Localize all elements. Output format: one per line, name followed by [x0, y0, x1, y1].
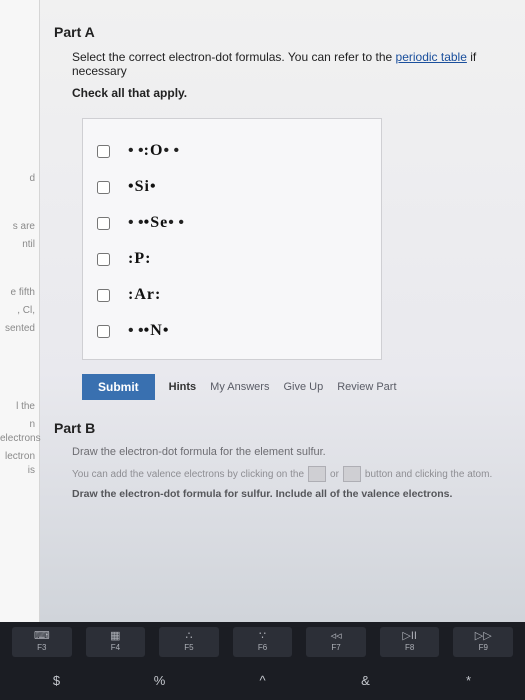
- key-glyph-icon: ▷▷: [475, 631, 492, 642]
- lewis-structure: :Ar:: [128, 286, 161, 304]
- fn-key: ∵F6: [233, 627, 293, 657]
- part-a-prompt: Select the correct electron-dot formulas…: [72, 50, 525, 78]
- lewis-structure: :P:: [128, 250, 151, 268]
- submit-button[interactable]: Submit: [82, 374, 155, 400]
- give-up-link[interactable]: Give Up: [283, 381, 323, 393]
- key-label: F8: [405, 643, 414, 652]
- fn-key: ▷▷F9: [453, 627, 513, 657]
- part-b-title: Part B: [54, 420, 525, 436]
- key-glyph-icon: ◃◃: [331, 631, 342, 642]
- my-answers-link[interactable]: My Answers: [210, 381, 269, 393]
- option-row: :Ar:: [97, 277, 367, 313]
- review-part-link[interactable]: Review Part: [337, 381, 396, 393]
- hints-link[interactable]: Hints: [169, 381, 197, 393]
- part-b-line3: Draw the electron-dot formula for sulfur…: [72, 488, 525, 500]
- lewis-structure: •Si•: [128, 178, 157, 196]
- electron-tool-icon-2: [343, 466, 361, 482]
- fn-key: ◃◃F7: [306, 627, 366, 657]
- key-glyph-icon: ∵: [259, 631, 266, 642]
- symbol-key: $: [12, 673, 101, 688]
- key-glyph-icon: ▦: [110, 631, 120, 642]
- part-b-line1: Draw the electron-dot formula for the el…: [72, 446, 525, 458]
- symbol-key: ^: [218, 673, 307, 688]
- electron-tool-icon: [308, 466, 326, 482]
- key-label: F9: [479, 643, 488, 652]
- keyboard: ⌨F3 ▦F4 ∴F5 ∵F6 ◃◃F7 ▷IIF8 ▷▷F9 $% ^&*: [0, 622, 525, 700]
- option-row: • •:O• •: [97, 133, 367, 169]
- lewis-structure: • ••N•: [128, 322, 169, 340]
- key-glyph-icon: ▷II: [402, 631, 417, 642]
- lewis-structure: • •:O• •: [128, 142, 179, 160]
- key-label: F7: [331, 643, 340, 652]
- key-glyph-icon: ⌨: [34, 631, 50, 642]
- option-checkbox[interactable]: [97, 325, 110, 338]
- fn-key: ▦F4: [86, 627, 146, 657]
- fn-key: ⌨F3: [12, 627, 72, 657]
- option-checkbox[interactable]: [97, 181, 110, 194]
- fn-key: ∴F5: [159, 627, 219, 657]
- symbol-key: &: [321, 673, 410, 688]
- part-b-line2: You can add the valence electrons by cli…: [72, 466, 525, 482]
- symbol-key: %: [115, 673, 204, 688]
- option-row: • ••Se• •: [97, 205, 367, 241]
- check-all-label: Check all that apply.: [72, 86, 525, 100]
- lewis-structure: • ••Se• •: [128, 214, 184, 232]
- periodic-table-link[interactable]: periodic table: [396, 50, 467, 64]
- key-glyph-icon: ∴: [185, 631, 192, 642]
- option-row: •Si•: [97, 169, 367, 205]
- key-label: F4: [111, 643, 120, 652]
- option-checkbox[interactable]: [97, 253, 110, 266]
- sidebar-fragments: d s are ntil e fifth , Cl, sented l the …: [0, 0, 40, 622]
- option-checkbox[interactable]: [97, 289, 110, 302]
- option-checkbox[interactable]: [97, 145, 110, 158]
- key-label: F3: [37, 643, 46, 652]
- option-row: • ••N•: [97, 313, 367, 349]
- part-a-title: Part A: [54, 24, 525, 40]
- symbol-key: *: [424, 673, 513, 688]
- option-row: :P:: [97, 241, 367, 277]
- key-label: F5: [184, 643, 193, 652]
- key-label: F6: [258, 643, 267, 652]
- option-checkbox[interactable]: [97, 217, 110, 230]
- fn-key: ▷IIF8: [380, 627, 440, 657]
- options-box: • •:O• ••Si•• ••Se• •:P::Ar:• ••N•: [82, 118, 382, 360]
